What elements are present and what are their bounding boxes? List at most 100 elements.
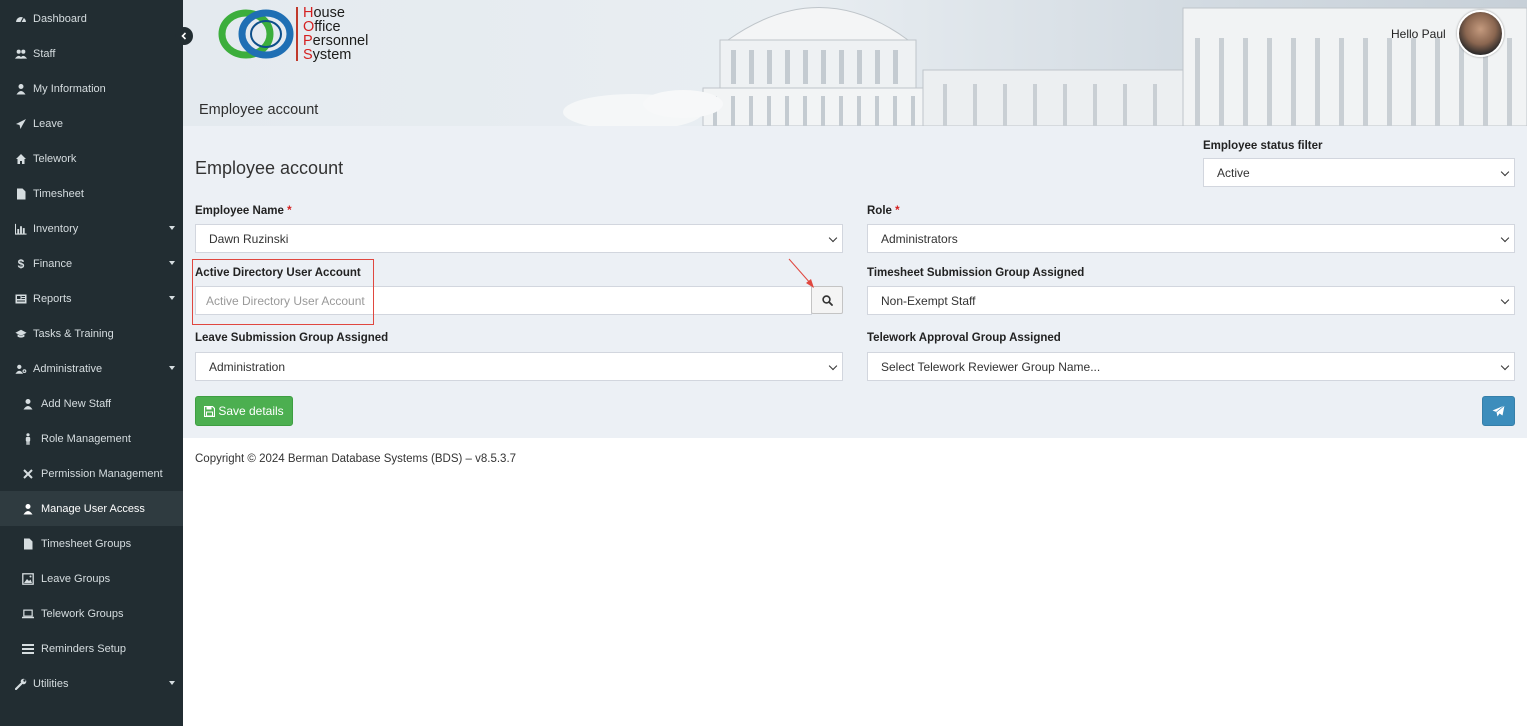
- save-details-button[interactable]: Save details: [195, 396, 293, 426]
- sidebar-item-utilities[interactable]: Utilities: [0, 666, 183, 701]
- telework-group-value: Select Telework Reviewer Group Name...: [881, 359, 1101, 374]
- send-button[interactable]: [1482, 396, 1515, 426]
- home-icon: [15, 153, 27, 165]
- chevron-down-icon: [169, 366, 175, 370]
- save-icon: [204, 405, 216, 417]
- sidebar-item-label: Manage User Access: [41, 502, 145, 515]
- logo-text: House Office Personnel System: [303, 6, 368, 63]
- sidebar-item-label: Tasks & Training: [33, 327, 114, 340]
- sidebar-item-staff[interactable]: Staff: [0, 36, 183, 71]
- sidebar-item-role-management[interactable]: Role Management: [0, 421, 183, 456]
- sidebar-item-label: Timesheet: [33, 187, 84, 200]
- sidebar-item-inventory[interactable]: Inventory: [0, 211, 183, 246]
- sidebar-item-telework[interactable]: Telework: [0, 141, 183, 176]
- sidebar-item-label: Finance: [33, 257, 73, 270]
- user-icon: [15, 83, 27, 95]
- logo-divider: [296, 7, 298, 61]
- sidebar-item-label: Utilities: [33, 677, 69, 690]
- image-icon: [22, 572, 34, 585]
- sidebar-item-label: Permission Management: [41, 467, 163, 480]
- users-icon: [15, 48, 27, 60]
- sidebar-item-label: Telework Groups: [41, 607, 124, 620]
- status-filter-select[interactable]: Active: [1203, 158, 1515, 187]
- paper-plane-icon: [1492, 405, 1505, 417]
- bar-chart-icon: [15, 223, 27, 235]
- employee-name-value: Dawn Ruzinski: [209, 231, 289, 246]
- sidebar-item-reminders-setup[interactable]: Reminders Setup: [0, 631, 183, 666]
- leave-group-value: Administration: [209, 359, 286, 374]
- ad-account-search-button[interactable]: [811, 286, 843, 314]
- chevron-down-icon: [169, 296, 175, 300]
- person-icon: [22, 432, 34, 445]
- sidebar-item-manage-user-access[interactable]: Manage User Access: [0, 491, 183, 526]
- role-select[interactable]: Administrators: [867, 224, 1515, 253]
- sidebar-item-tasks-training[interactable]: Tasks & Training: [0, 316, 183, 351]
- sidebar-item-add-new-staff[interactable]: Add New Staff: [0, 386, 183, 421]
- sidebar-item-label: Add New Staff: [41, 397, 112, 410]
- search-icon: [821, 294, 833, 306]
- sidebar-item-label: Dashboard: [33, 12, 87, 25]
- sidebar-item-leave[interactable]: Leave: [0, 106, 183, 141]
- timesheet-group-value: Non-Exempt Staff: [881, 293, 976, 308]
- sidebar-item-label: Leave: [33, 117, 63, 130]
- file-icon: [22, 538, 34, 550]
- sidebar: Dashboard Staff My Information Leave Tel…: [0, 0, 183, 726]
- page-title: Employee account: [195, 158, 344, 178]
- user-greeting: Hello Paul: [1391, 27, 1446, 41]
- employee-name-label: Employee Name *: [195, 205, 292, 217]
- avatar[interactable]: [1457, 10, 1504, 57]
- sidebar-item-label: Timesheet Groups: [41, 537, 132, 550]
- chevron-down-icon: [1500, 361, 1510, 371]
- chevron-down-icon: [1500, 295, 1510, 305]
- chevron-down-icon: [1500, 233, 1510, 243]
- user-cog-icon: [15, 363, 27, 375]
- timesheet-group-label: Timesheet Submission Group Assigned: [867, 267, 1085, 279]
- chevron-down-icon: [1500, 167, 1510, 177]
- sidebar-item-permission-management[interactable]: Permission Management: [0, 456, 183, 491]
- sidebar-item-dashboard[interactable]: Dashboard: [0, 1, 183, 36]
- sidebar-item-finance[interactable]: $ Finance: [0, 246, 183, 281]
- newspaper-icon: [15, 293, 27, 305]
- chevron-left-icon: [181, 32, 187, 40]
- sidebar-collapse-button[interactable]: [175, 27, 193, 45]
- chevron-down-icon: [169, 261, 175, 265]
- telework-group-select[interactable]: Select Telework Reviewer Group Name...: [867, 352, 1515, 381]
- header-banner: [183, 0, 1527, 126]
- leave-group-select[interactable]: Administration: [195, 352, 843, 381]
- role-label: Role *: [867, 205, 900, 217]
- sidebar-item-label: Reminders Setup: [41, 642, 126, 655]
- timesheet-group-select[interactable]: Non-Exempt Staff: [867, 286, 1515, 315]
- sidebar-item-label: My Information: [33, 82, 106, 95]
- banner-title: Employee account: [199, 102, 319, 118]
- chevron-down-icon: [828, 361, 838, 371]
- chevron-down-icon: [169, 226, 175, 230]
- logo-initial: S: [303, 47, 313, 63]
- file-icon: [15, 188, 27, 200]
- leave-group-label: Leave Submission Group Assigned: [195, 332, 389, 344]
- footer-copyright: Copyright © 2024 Berman Database Systems…: [195, 453, 517, 465]
- user-icon: [22, 398, 34, 410]
- capitol-background-image: [183, 0, 1527, 126]
- sidebar-item-telework-groups[interactable]: Telework Groups: [0, 596, 183, 631]
- sidebar-item-leave-groups[interactable]: Leave Groups: [0, 561, 183, 596]
- laptop-icon: [22, 608, 34, 620]
- employee-name-label-text: Employee Name: [195, 205, 284, 217]
- user-icon: [22, 503, 34, 515]
- sidebar-item-timesheet-groups[interactable]: Timesheet Groups: [0, 526, 183, 561]
- employee-name-select[interactable]: Dawn Ruzinski: [195, 224, 843, 253]
- chevron-down-icon: [169, 681, 175, 685]
- sidebar-item-administrative[interactable]: Administrative: [0, 351, 183, 386]
- sidebar-item-my-information[interactable]: My Information: [0, 71, 183, 106]
- sidebar-item-reports[interactable]: Reports: [0, 281, 183, 316]
- list-icon: [22, 643, 34, 655]
- required-mark: *: [895, 205, 900, 217]
- required-mark: *: [287, 205, 292, 217]
- sidebar-item-timesheet[interactable]: Timesheet: [0, 176, 183, 211]
- hops-logo-icon: [218, 9, 294, 59]
- annotation-highlight-box: [192, 259, 374, 325]
- role-label-text: Role: [867, 205, 892, 217]
- dollar-icon: $: [17, 256, 25, 271]
- sidebar-item-label: Inventory: [33, 222, 79, 235]
- graduation-cap-icon: [15, 328, 27, 340]
- sidebar-item-label: Leave Groups: [41, 572, 111, 585]
